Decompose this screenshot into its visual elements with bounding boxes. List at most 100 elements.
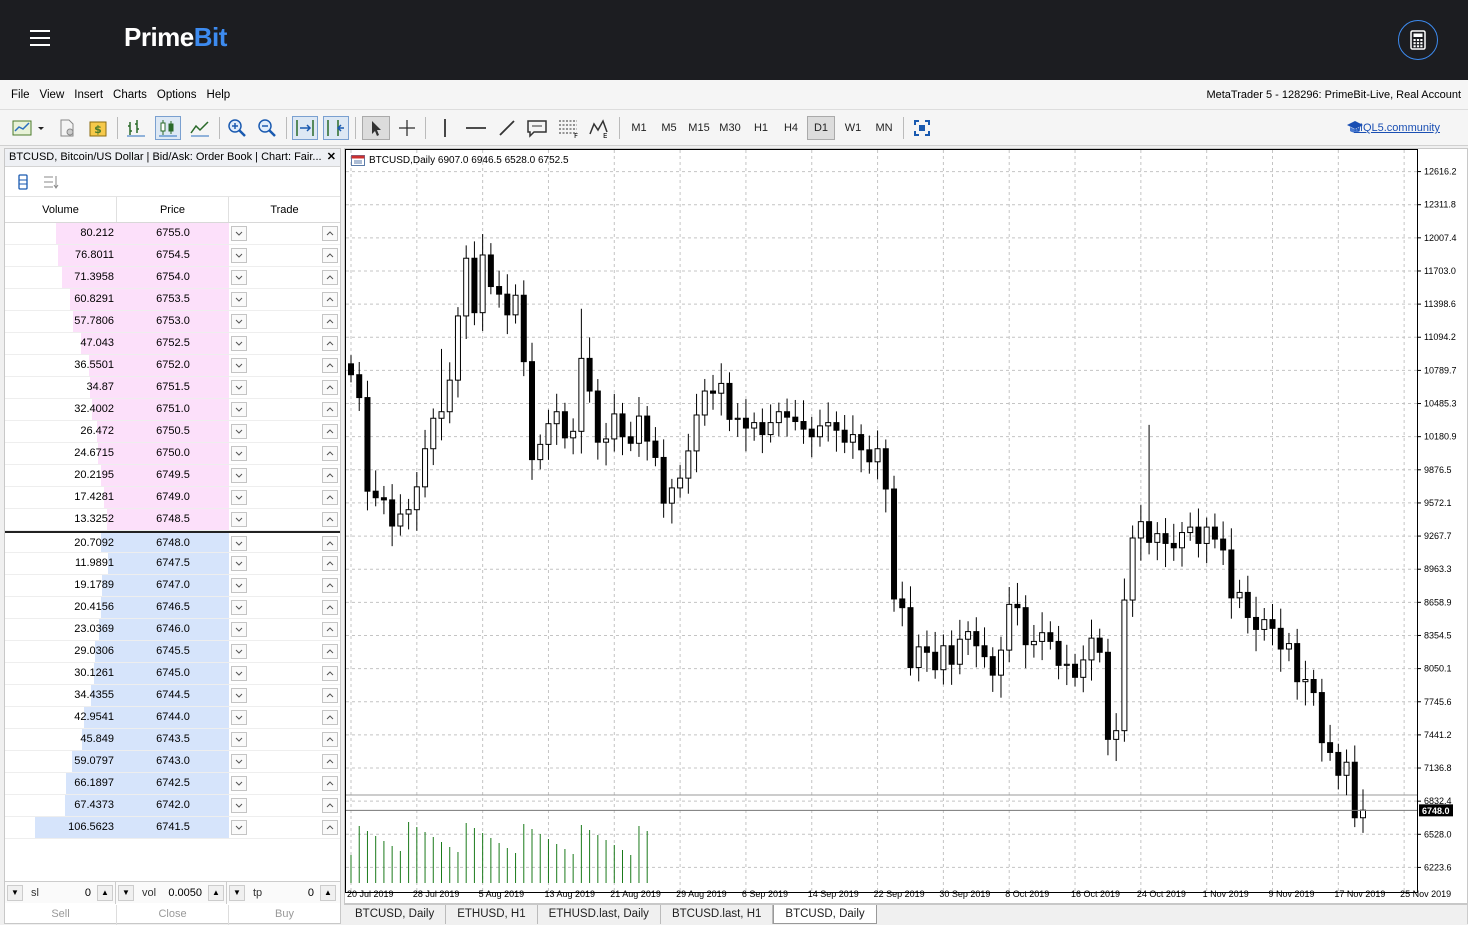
crosshair-button[interactable] — [394, 116, 420, 140]
price-cell[interactable]: 6746.0 — [117, 619, 229, 640]
trade-up-button[interactable] — [322, 710, 338, 725]
vertical-line-button[interactable] — [434, 116, 456, 140]
trade-up-button[interactable] — [322, 314, 338, 329]
price-cell[interactable]: 6744.5 — [117, 685, 229, 706]
zoom-out-button[interactable] — [254, 116, 280, 140]
autoscroll-button[interactable] — [292, 116, 318, 140]
trade-dropdown-button[interactable] — [231, 402, 247, 417]
horizontal-line-button[interactable] — [464, 116, 488, 140]
trade-dropdown-button[interactable] — [231, 710, 247, 725]
trade-up-button[interactable] — [322, 336, 338, 351]
trade-dropdown-button[interactable] — [231, 446, 247, 461]
trade-dropdown-button[interactable] — [231, 578, 247, 593]
trade-dropdown-button[interactable] — [231, 536, 247, 551]
bar-chart-button[interactable] — [123, 116, 149, 140]
hamburger-menu-icon[interactable] — [30, 30, 50, 48]
tp-up-button[interactable]: ▲ — [320, 885, 336, 901]
menu-view[interactable]: View — [35, 89, 70, 101]
close-icon[interactable]: ✕ — [327, 150, 336, 163]
tab-ethusd-h1[interactable]: ETHUSD, H1 — [446, 905, 538, 924]
vol-up-button[interactable]: ▲ — [208, 885, 224, 901]
trade-up-button[interactable] — [322, 226, 338, 241]
trade-dropdown-button[interactable] — [231, 666, 247, 681]
vol-spinner[interactable]: ▼ vol 0.0050 ▲ — [116, 882, 227, 904]
trade-up-button[interactable] — [322, 270, 338, 285]
price-cell[interactable]: 6752.0 — [117, 355, 229, 376]
trade-dropdown-button[interactable] — [231, 248, 247, 263]
trade-dropdown-button[interactable] — [231, 732, 247, 747]
tab-ethusd-last-daily[interactable]: ETHUSD.last, Daily — [538, 905, 661, 924]
tp-spinner[interactable]: ▼ tp 0 ▲ — [227, 882, 338, 904]
market-watch-button[interactable]: $ — [86, 116, 110, 140]
trade-dropdown-button[interactable] — [231, 358, 247, 373]
trade-up-button[interactable] — [322, 578, 338, 593]
trade-up-button[interactable] — [322, 490, 338, 505]
price-cell[interactable]: 6745.5 — [117, 641, 229, 662]
sl-spinner[interactable]: ▼ sl 0 ▲ — [5, 882, 116, 904]
trade-dropdown-button[interactable] — [231, 754, 247, 769]
price-cell[interactable]: 6755.0 — [117, 223, 229, 244]
zoom-in-button[interactable] — [224, 116, 250, 140]
trade-up-button[interactable] — [322, 732, 338, 747]
brand-logo[interactable]: PrimeBit — [124, 22, 227, 53]
price-cell[interactable]: 6742.5 — [117, 773, 229, 794]
trade-up-button[interactable] — [322, 402, 338, 417]
tp-value[interactable]: 0 — [308, 887, 314, 899]
chart-window[interactable]: 12616.2 12311.8 12007.4 11703.0 11398.6 11094… — [344, 148, 1468, 904]
timeframe-mn[interactable]: MN — [869, 116, 899, 140]
elliott-wave-button[interactable]: E — [586, 116, 612, 140]
menu-file[interactable]: File — [6, 89, 35, 101]
timeframe-m1[interactable]: M1 — [625, 116, 653, 140]
price-cell[interactable]: 6746.5 — [117, 597, 229, 618]
trade-dropdown-button[interactable] — [231, 490, 247, 505]
price-cell[interactable]: 6743.5 — [117, 729, 229, 750]
tab-btcusd-last-h1[interactable]: BTCUSD.last, H1 — [661, 905, 774, 924]
menu-insert[interactable]: Insert — [69, 89, 108, 101]
price-cell[interactable]: 6754.0 — [117, 267, 229, 288]
trade-up-button[interactable] — [322, 380, 338, 395]
trade-up-button[interactable] — [322, 248, 338, 263]
calculator-button[interactable] — [1398, 20, 1438, 60]
buy-button[interactable]: Buy — [229, 905, 340, 925]
trade-up-button[interactable] — [322, 644, 338, 659]
trade-dropdown-button[interactable] — [231, 798, 247, 813]
trade-up-button[interactable] — [322, 820, 338, 835]
trade-up-button[interactable] — [322, 556, 338, 571]
tab-btcusd-daily-active[interactable]: BTCUSD, Daily — [773, 905, 877, 924]
price-cell[interactable]: 6749.0 — [117, 487, 229, 508]
candlestick-chart[interactable]: 12616.2 12311.8 12007.4 11703.0 11398.6 11094… — [345, 149, 1467, 903]
price-cell[interactable]: 6747.5 — [117, 553, 229, 574]
new-chart-button[interactable] — [10, 116, 46, 140]
line-chart-button[interactable] — [187, 116, 213, 140]
sl-down-button[interactable]: ▼ — [7, 885, 23, 901]
cursor-tool-button[interactable] — [362, 116, 390, 140]
sl-up-button[interactable]: ▲ — [97, 885, 113, 901]
trade-up-button[interactable] — [322, 688, 338, 703]
price-cell[interactable]: 6745.0 — [117, 663, 229, 684]
trade-up-button[interactable] — [322, 446, 338, 461]
timeframe-m30[interactable]: M30 — [715, 116, 745, 140]
depth-icon[interactable] — [17, 174, 29, 190]
trade-up-button[interactable] — [322, 776, 338, 791]
trade-dropdown-button[interactable] — [231, 512, 247, 527]
sell-button[interactable]: Sell — [5, 905, 117, 925]
menu-help[interactable]: Help — [202, 89, 236, 101]
menu-charts[interactable]: Charts — [108, 89, 152, 101]
trade-dropdown-button[interactable] — [231, 820, 247, 835]
trade-dropdown-button[interactable] — [231, 336, 247, 351]
trade-up-button[interactable] — [322, 468, 338, 483]
vol-down-button[interactable]: ▼ — [118, 885, 134, 901]
trade-dropdown-button[interactable] — [231, 644, 247, 659]
timeframe-h4[interactable]: H4 — [777, 116, 805, 140]
trade-up-button[interactable] — [322, 600, 338, 615]
timeframe-h1[interactable]: H1 — [747, 116, 775, 140]
fibonacci-button[interactable]: F — [555, 116, 581, 140]
trade-up-button[interactable] — [322, 666, 338, 681]
price-cell[interactable]: 6750.5 — [117, 421, 229, 442]
tab-btcusd-daily[interactable]: BTCUSD, Daily — [344, 905, 447, 924]
fullscreen-button[interactable] — [910, 116, 934, 140]
profiles-button[interactable] — [55, 116, 79, 140]
trade-dropdown-button[interactable] — [231, 468, 247, 483]
trade-up-button[interactable] — [322, 798, 338, 813]
trade-dropdown-button[interactable] — [231, 622, 247, 637]
